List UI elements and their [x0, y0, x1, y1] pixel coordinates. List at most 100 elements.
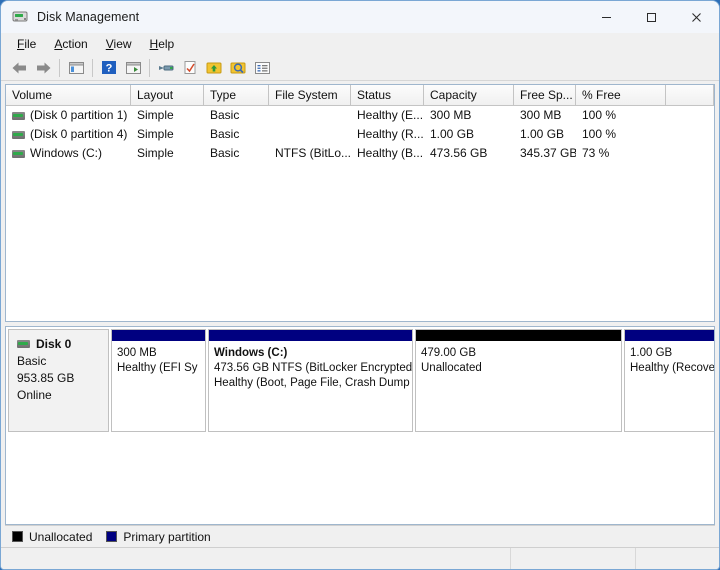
- partition-line1: 473.56 GB NTFS (BitLocker Encrypted: [214, 362, 412, 374]
- up-one-level-icon[interactable]: [64, 57, 88, 79]
- window-controls: [584, 1, 719, 33]
- menu-help[interactable]: Help: [141, 35, 184, 54]
- disk-drive-icon: [12, 9, 28, 25]
- refresh-icon[interactable]: [178, 57, 202, 79]
- partition-efi-system[interactable]: 300 MB Healthy (EFI Sy: [111, 329, 206, 432]
- title-bar: Disk Management: [1, 1, 719, 33]
- cell-layout: Simple: [137, 108, 174, 122]
- partition-color-bar: [209, 330, 412, 341]
- partition-text: 1.00 GB Healthy (Recovery: [625, 341, 714, 376]
- menu-bar: File Action View Help: [1, 33, 719, 55]
- column-header-percent-free[interactable]: % Free: [576, 85, 666, 106]
- partition-color-bar: [625, 330, 714, 341]
- menu-file[interactable]: File: [8, 35, 45, 54]
- toolbar-separator-1: [59, 58, 60, 77]
- minimize-button[interactable]: [584, 1, 629, 33]
- cell-volume: (Disk 0 partition 1): [6, 106, 131, 125]
- cell-type: Basic: [210, 127, 240, 141]
- column-header-free-space[interactable]: Free Sp...: [514, 85, 576, 106]
- graphical-view-pane: Disk 0 Basic 953.85 GB Online 300 MB Hea…: [5, 326, 715, 525]
- cell-volume-label: (Disk 0 partition 1): [30, 108, 128, 122]
- column-header-volume[interactable]: Volume: [6, 85, 131, 106]
- cell-free-space: 1.00 GB: [520, 127, 565, 141]
- status-bar: [1, 547, 719, 569]
- disk-size: 953.85 GB: [17, 371, 75, 385]
- menu-action-rest: ction: [62, 36, 88, 51]
- disk-name: Disk 0: [36, 337, 72, 351]
- toolbar: ?: [1, 55, 719, 81]
- status-segment-2: [511, 548, 636, 569]
- partition-title: Windows (C:): [214, 347, 288, 359]
- cell-volume: Windows (C:): [6, 144, 131, 163]
- rescan-disks-icon[interactable]: [202, 57, 226, 79]
- disk-drive-icon: [17, 340, 30, 348]
- window-title: Disk Management: [37, 10, 140, 24]
- column-header-file-system[interactable]: File System: [269, 85, 351, 106]
- menu-help-rest: elp: [158, 36, 175, 51]
- legend-unallocated-label: Unallocated: [29, 529, 93, 544]
- properties-icon[interactable]: [154, 57, 178, 79]
- volume-list-body: (Disk 0 partition 1) Simple Basic Health…: [6, 106, 714, 321]
- partition-color-bar: [416, 330, 621, 341]
- menu-view[interactable]: View: [97, 35, 141, 54]
- disk-title: Disk 0: [17, 337, 108, 351]
- disk-management-window: Disk Management File Action View Help ? …: [0, 0, 720, 570]
- partition-line1: 300 MB: [117, 347, 157, 359]
- help-icon[interactable]: ?: [97, 57, 121, 79]
- maximize-button[interactable]: [629, 1, 674, 33]
- cell-type: Basic: [210, 108, 240, 122]
- partition-color-bar: [112, 330, 205, 341]
- legend-primary-partition-label: Primary partition: [123, 529, 211, 544]
- disk-status: Online: [17, 388, 52, 402]
- column-header-capacity[interactable]: Capacity: [424, 85, 514, 106]
- column-header-layout[interactable]: Layout: [131, 85, 204, 106]
- table-row[interactable]: (Disk 0 partition 4) Simple Basic Health…: [6, 125, 714, 144]
- partition-recovery[interactable]: 1.00 GB Healthy (Recovery: [624, 329, 714, 432]
- legend-bar: Unallocated Primary partition: [5, 525, 715, 547]
- partition-line1: 1.00 GB: [630, 347, 673, 359]
- svg-text:?: ?: [106, 63, 113, 75]
- forward-arrow-icon[interactable]: [31, 57, 55, 79]
- menu-view-accel: V: [105, 36, 114, 51]
- column-header-spacer[interactable]: [666, 85, 714, 106]
- partition-text: 300 MB Healthy (EFI Sy: [112, 341, 205, 376]
- table-row[interactable]: Windows (C:) Simple Basic NTFS (BitLo...…: [6, 144, 714, 163]
- status-segment-3: [636, 548, 719, 569]
- column-header-type[interactable]: Type: [204, 85, 269, 106]
- partition-windows-c[interactable]: Windows (C:) 473.56 GB NTFS (BitLocker E…: [208, 329, 413, 432]
- disk-row-disk0: Disk 0 Basic 953.85 GB Online 300 MB Hea…: [8, 329, 714, 432]
- cell-capacity: 1.00 GB: [430, 127, 475, 141]
- legend-primary-partition-swatch: [106, 531, 118, 542]
- cell-volume-label: Windows (C:): [30, 146, 103, 160]
- menu-action[interactable]: Action: [45, 35, 96, 54]
- cell-status: Healthy (R...: [357, 127, 424, 141]
- list-view-icon[interactable]: [250, 57, 274, 79]
- cell-free-space: 300 MB: [520, 108, 562, 122]
- volume-drive-icon: [12, 130, 25, 139]
- show-hide-console-tree-icon[interactable]: [121, 57, 145, 79]
- close-button[interactable]: [674, 1, 719, 33]
- legend-unallocated: Unallocated: [12, 530, 92, 544]
- cell-status: Healthy (B...: [357, 146, 424, 160]
- table-row[interactable]: (Disk 0 partition 1) Simple Basic Health…: [6, 106, 714, 125]
- cell-capacity: 473.56 GB: [430, 146, 488, 160]
- disk-info-panel[interactable]: Disk 0 Basic 953.85 GB Online: [8, 329, 109, 432]
- cell-type: Basic: [210, 146, 240, 160]
- partition-line2: Unallocated: [421, 362, 482, 374]
- column-header-status[interactable]: Status: [351, 85, 424, 106]
- partition-text: Windows (C:) 473.56 GB NTFS (BitLocker E…: [209, 341, 412, 391]
- legend-primary-partition: Primary partition: [106, 529, 211, 544]
- cell-percent-free: 100 %: [582, 108, 617, 122]
- partition-line2: Healthy (EFI Sy: [117, 362, 198, 374]
- cell-percent-free: 73 %: [582, 146, 610, 160]
- cell-volume-label: (Disk 0 partition 4): [30, 127, 128, 141]
- cell-capacity: 300 MB: [430, 108, 472, 122]
- cell-percent-free: 100 %: [582, 127, 617, 141]
- partition-unallocated[interactable]: 479.00 GB Unallocated: [415, 329, 622, 432]
- back-arrow-icon[interactable]: [7, 57, 31, 79]
- cell-layout: Simple: [137, 127, 174, 141]
- menu-help-accel: H: [149, 36, 159, 51]
- search-icon[interactable]: [226, 57, 250, 79]
- cell-file-system: NTFS (BitLo...: [275, 146, 351, 160]
- partition-line1: 479.00 GB: [421, 347, 476, 359]
